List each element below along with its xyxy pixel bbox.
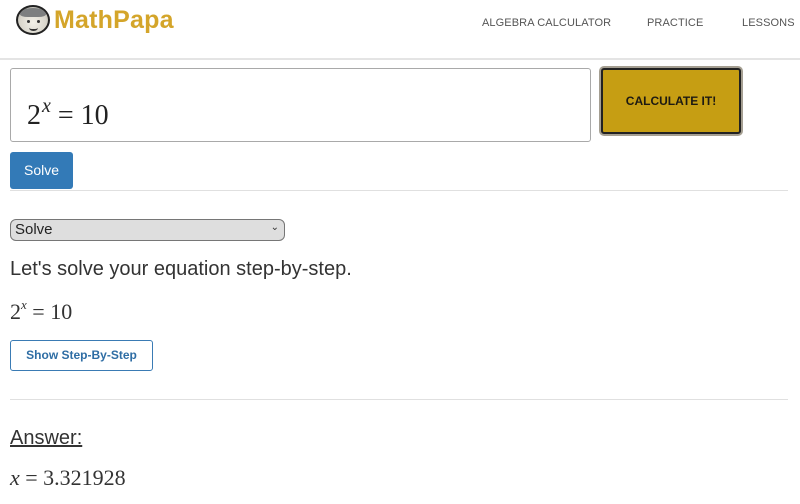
answer-variable: x [10, 465, 20, 490]
nav-algebra-calculator[interactable]: ALGEBRA CALCULATOR [482, 17, 611, 29]
cartoon-face-logo-icon [16, 5, 50, 35]
equation-base: 2 [10, 299, 21, 324]
mathpapa-logo[interactable]: MathPapa [16, 5, 174, 35]
input-exponent: x [42, 95, 51, 117]
divider [10, 399, 788, 400]
chevron-down-icon: ⌄ [270, 222, 279, 233]
input-rest: = 10 [50, 100, 109, 131]
top-navigation-bar: MathPapa ALGEBRA CALCULATOR PRACTICE LES… [0, 0, 800, 60]
calculate-button[interactable]: CALCULATE IT! [601, 68, 741, 134]
equation-rest: = 10 [26, 299, 73, 324]
input-base: 2 [27, 100, 41, 131]
intro-text: Let's solve your equation step-by-step. [10, 258, 352, 280]
nav-practice[interactable]: PRACTICE [647, 17, 703, 29]
mode-select[interactable]: Solve ⌄ [10, 219, 285, 241]
equation-input[interactable]: 2x = 10 [10, 68, 591, 142]
answer-value: x = 3.321928 [10, 465, 126, 491]
divider [10, 190, 788, 191]
mode-select-value: Solve [15, 221, 53, 238]
answer-number: = 3.321928 [19, 465, 126, 490]
equation-display: 2x = 10 [10, 297, 72, 325]
show-step-by-step-button[interactable]: Show Step-By-Step [10, 340, 153, 371]
brand-name: MathPapa [54, 5, 174, 34]
solve-button[interactable]: Solve [10, 152, 73, 189]
nav-lessons[interactable]: LESSONS [742, 17, 795, 29]
answer-heading: Answer: [10, 427, 83, 449]
